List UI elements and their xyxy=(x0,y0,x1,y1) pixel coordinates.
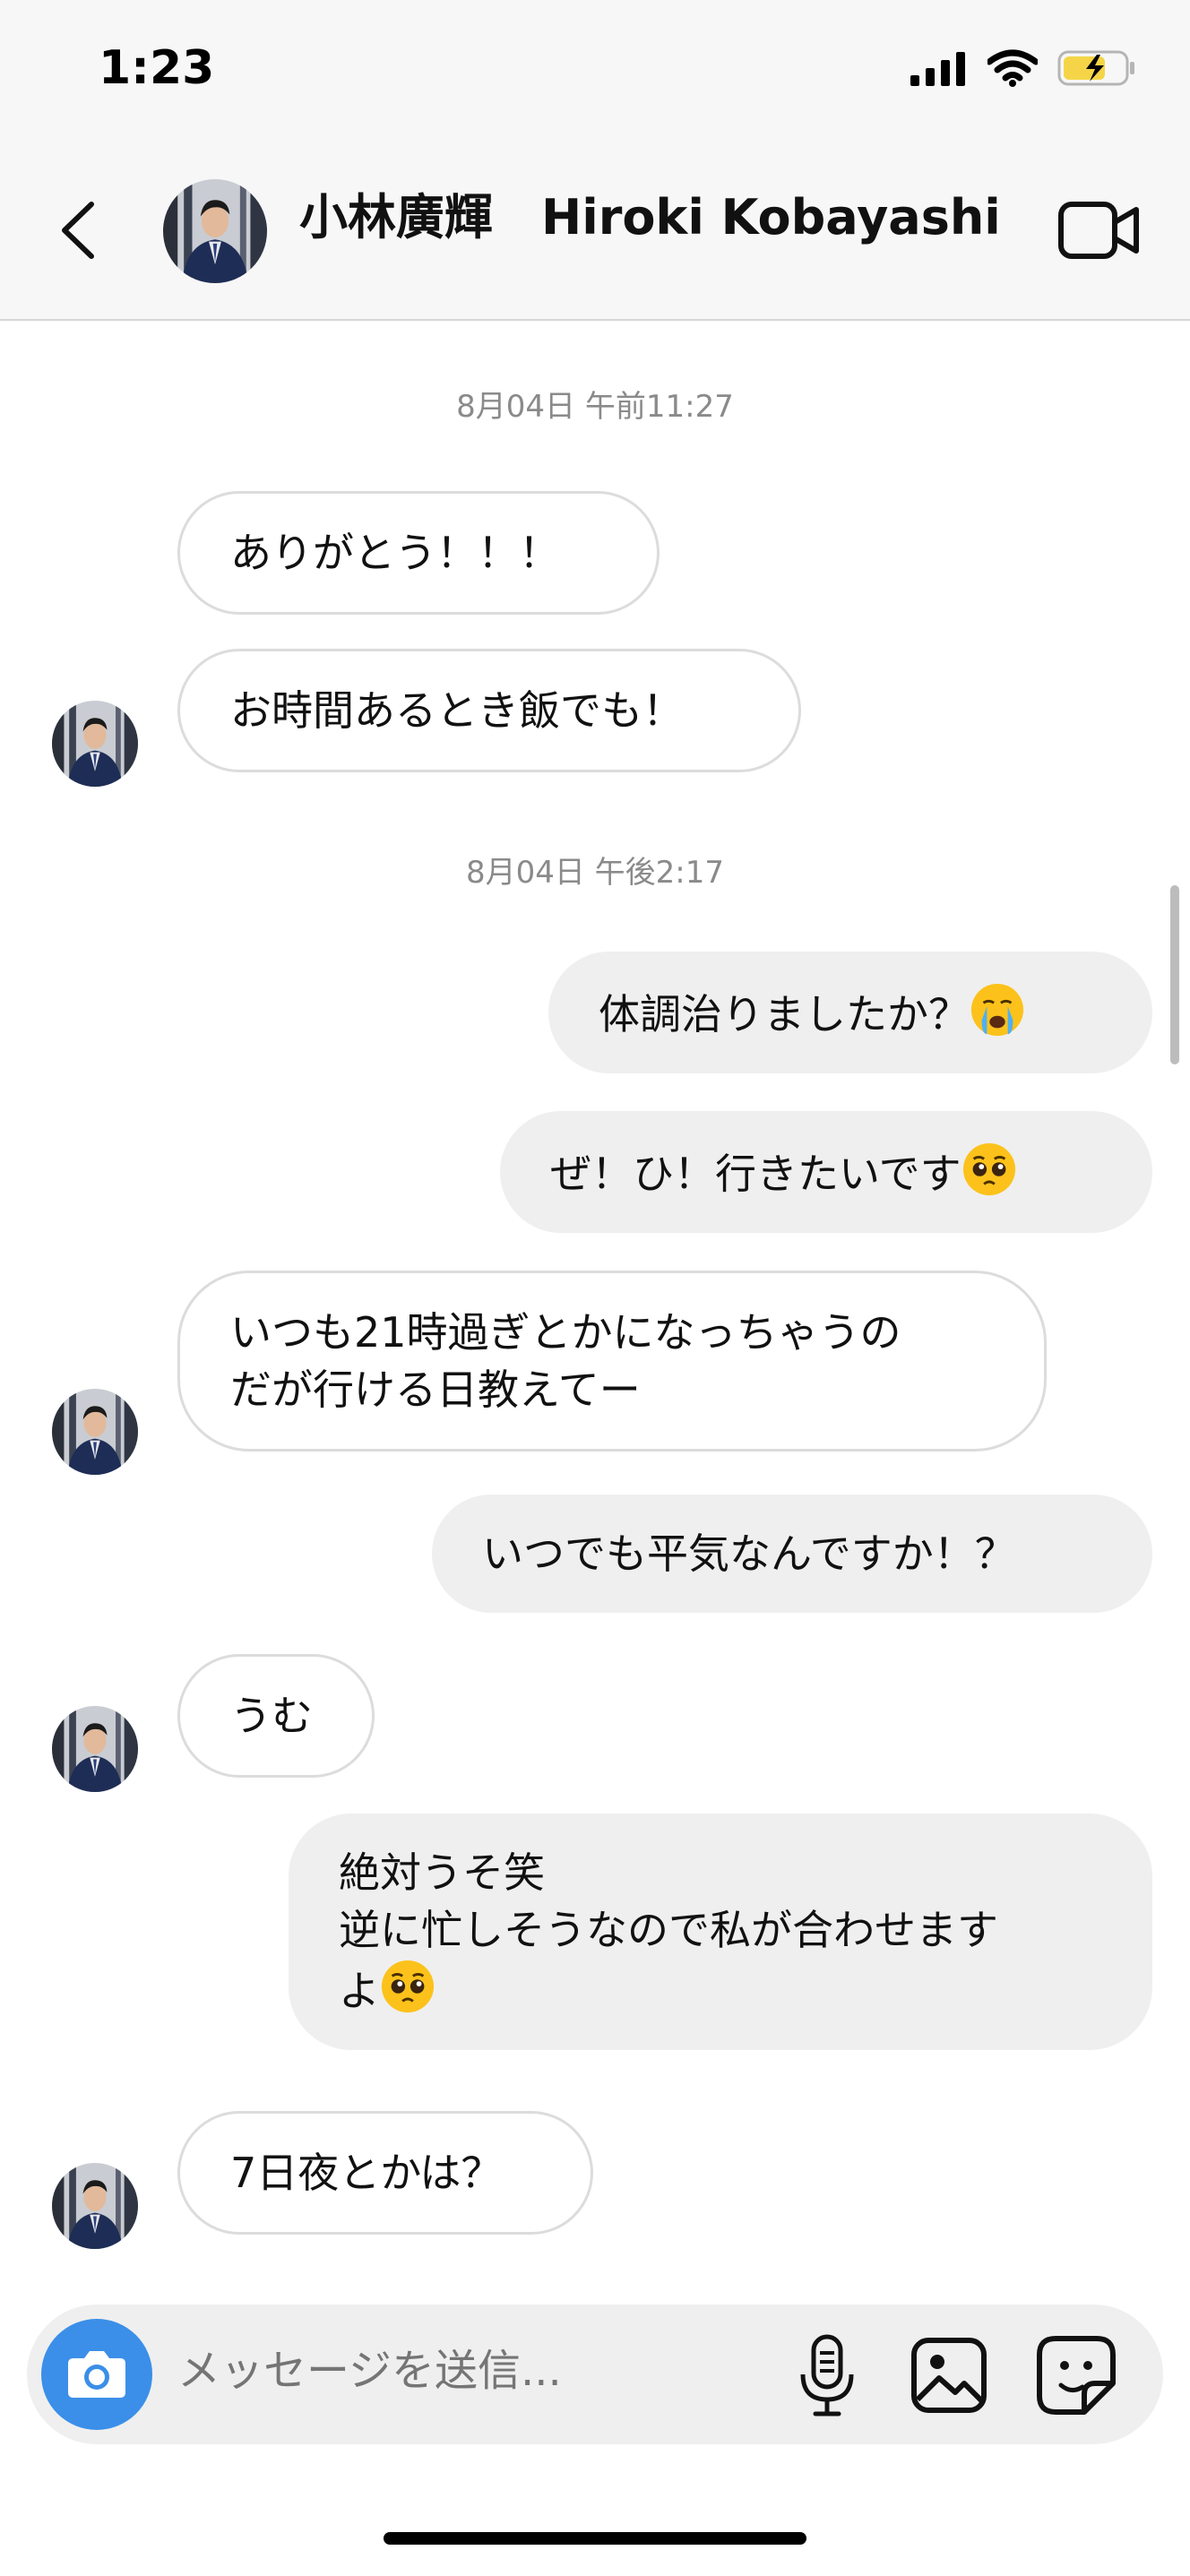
message-bubble[interactable]: うむ xyxy=(177,1654,375,1778)
message-text: ぜ！ひ！行きたいです xyxy=(550,1150,961,1198)
message-text: ありがとう！！！ xyxy=(230,529,560,577)
message-text-line: だが行ける日教えてー xyxy=(230,1366,641,1414)
message-bubble[interactable]: いつも21時過ぎとかになっちゃうの だが行ける日教えてー xyxy=(177,1271,1047,1452)
message-bubble[interactable]: いつでも平気なんですか！？ xyxy=(432,1495,1152,1613)
message-bubble[interactable]: ぜ！ひ！行きたいです xyxy=(500,1111,1152,1233)
pleading-face-emoji xyxy=(961,1142,1017,1197)
sticker-icon[interactable] xyxy=(1036,2335,1117,2416)
avatar[interactable] xyxy=(52,701,138,787)
scrollbar[interactable] xyxy=(1170,885,1179,1064)
avatar[interactable] xyxy=(52,1706,138,1792)
status-icons xyxy=(910,49,1136,87)
battery-icon xyxy=(1057,50,1134,86)
message-text: 7日夜とかは？ xyxy=(230,2149,503,2197)
contact-name[interactable]: 小林廣輝 Hiroki Kobayashi xyxy=(299,177,1001,248)
microphone-icon[interactable] xyxy=(796,2333,858,2419)
video-camera-icon[interactable] xyxy=(1057,199,1140,262)
avatar[interactable] xyxy=(163,179,267,283)
message-text-line: 絶対うそ笑 xyxy=(339,1848,545,1897)
camera-icon xyxy=(68,2351,125,2398)
signal-icon xyxy=(910,52,965,86)
message-bubble[interactable]: お時間あるとき飯でも！ xyxy=(177,649,801,772)
timestamp: 8月04日 午後2:17 xyxy=(465,855,725,891)
message-bubble[interactable]: 7日夜とかは？ xyxy=(177,2111,593,2235)
timestamp: 8月04日 午前11:27 xyxy=(456,389,734,425)
message-bubble[interactable]: ありがとう！！！ xyxy=(177,491,660,615)
message-text: お時間あるとき飯でも！ xyxy=(230,686,684,735)
message-input[interactable] xyxy=(177,2346,751,2396)
message-text-line: 逆に忙しそうなので私が合わせます xyxy=(339,1906,998,1954)
message-text-line: よ xyxy=(339,1967,380,2015)
avatar[interactable] xyxy=(52,1389,138,1475)
message-bubble[interactable]: 絶対うそ笑 逆に忙しそうなので私が合わせます よ xyxy=(289,1814,1152,2050)
message-text: いつでも平気なんですか！？ xyxy=(482,1529,1016,1578)
message-text-line: いつも21時過ぎとかになっちゃうの xyxy=(230,1308,901,1357)
home-indicator[interactable] xyxy=(384,2532,806,2545)
image-icon[interactable] xyxy=(910,2337,987,2414)
message-text: うむ xyxy=(230,1692,313,1740)
chevron-left-icon[interactable] xyxy=(54,199,108,262)
message-text: 体調治りましたか？ xyxy=(599,990,970,1038)
crying-face-emoji xyxy=(970,982,1025,1038)
camera-button[interactable] xyxy=(41,2319,152,2430)
wifi-icon xyxy=(987,49,1038,87)
pleading-face-emoji xyxy=(380,1959,435,2014)
message-bubble[interactable]: 体調治りましたか？ xyxy=(548,952,1152,1073)
avatar[interactable] xyxy=(52,2163,138,2249)
status-time: 1:23 xyxy=(99,41,215,95)
